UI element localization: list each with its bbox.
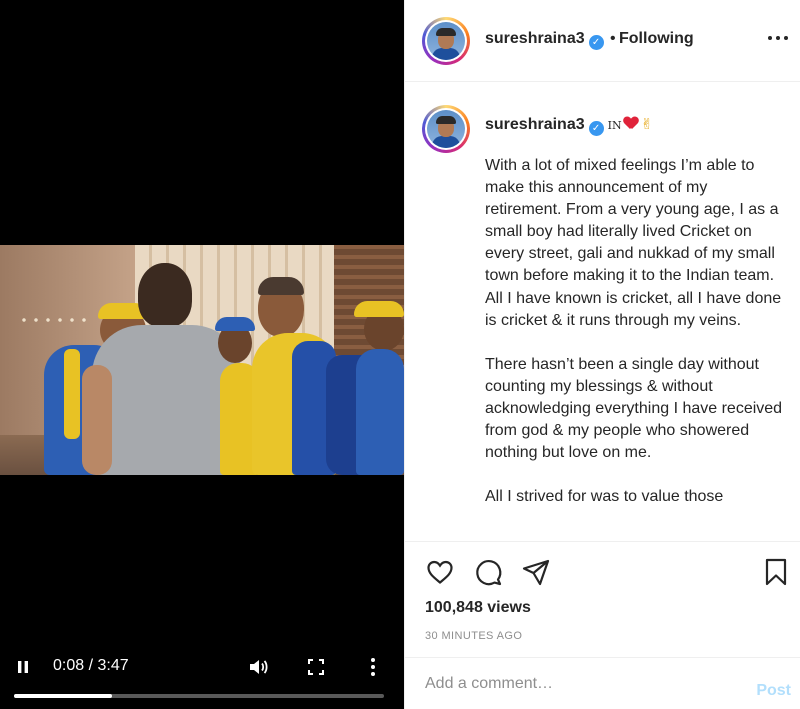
video-current-time: 0:08: [53, 657, 85, 674]
post-comment-button[interactable]: Post: [756, 682, 791, 700]
caption-flag-text: IN: [607, 119, 622, 132]
volume-icon[interactable]: [248, 657, 270, 677]
video-duration: 3:47: [97, 657, 129, 674]
caption-paragraph: All I have known is cricket, all I have …: [485, 289, 786, 329]
views-count[interactable]: 100,848 views: [425, 599, 531, 617]
fullscreen-icon[interactable]: [308, 659, 324, 675]
caption-area: sureshraina3 ✓ IN ✌ With a lot of mixed fee…: [405, 83, 800, 541]
caption-username-line: sureshraina3 ✓ IN ✌: [485, 115, 653, 136]
share-icon[interactable]: [521, 557, 551, 587]
video-frame[interactable]: [0, 245, 404, 475]
video-scene-lights: [18, 317, 88, 323]
header-username-group: sureshraina3 ✓: [485, 30, 604, 50]
video-figure-hair: [258, 277, 304, 295]
video-player[interactable]: 0:08 / 3:47: [0, 0, 404, 709]
comment-input[interactable]: [425, 670, 725, 698]
video-figure-body: [356, 349, 404, 475]
caption-paragraph: With a lot of mixed feelings I’m able to…: [485, 157, 783, 285]
pause-icon[interactable]: [16, 660, 30, 674]
comment-bar: Post: [405, 657, 800, 709]
heart-icon[interactable]: [425, 557, 455, 587]
video-progress-fill: [14, 694, 113, 698]
comment-icon[interactable]: [473, 557, 503, 587]
video-figure-head: [138, 263, 192, 327]
header-username[interactable]: sureshraina3: [485, 30, 585, 47]
caption-paragraph: All I strived for was to value those: [485, 488, 724, 506]
caption-avatar[interactable]: [422, 105, 470, 153]
verified-badge-icon: ✓: [588, 121, 604, 136]
video-figure-bag-strap: [64, 349, 80, 439]
post-actions: 100,848 views 30 MINUTES AGO: [405, 541, 800, 657]
caption-fade: [405, 531, 800, 541]
victory-hand-emoji-icon: ✌: [640, 116, 654, 133]
video-time-display: 0:08 / 3:47: [53, 657, 129, 675]
header-separator: •: [610, 30, 616, 47]
video-figure-arm: [82, 365, 112, 475]
video-figure-cap: [215, 317, 255, 331]
post-panel: sureshraina3 ✓ • Following sureshraina3 ✓ I…: [404, 0, 800, 709]
red-heart-emoji-icon: [624, 117, 638, 130]
video-more-icon[interactable]: [369, 657, 377, 677]
caption-username[interactable]: sureshraina3: [485, 116, 585, 133]
header-avatar[interactable]: [422, 17, 470, 65]
caption-paragraph: There hasn’t been a single day without c…: [485, 355, 787, 462]
more-options-icon[interactable]: [768, 30, 790, 46]
video-progress-bar[interactable]: [14, 694, 384, 698]
post-timestamp[interactable]: 30 MINUTES AGO: [425, 630, 522, 642]
verified-badge-icon: ✓: [588, 35, 604, 50]
video-figure-cap: [354, 301, 404, 317]
following-button[interactable]: Following: [619, 30, 694, 48]
video-time-separator: /: [84, 657, 98, 674]
caption-text: With a lot of mixed feelings I’m able to…: [485, 155, 785, 508]
video-controls: 0:08 / 3:47: [0, 650, 404, 709]
post-header: sureshraina3 ✓ • Following: [405, 0, 800, 82]
bookmark-icon[interactable]: [761, 557, 791, 587]
